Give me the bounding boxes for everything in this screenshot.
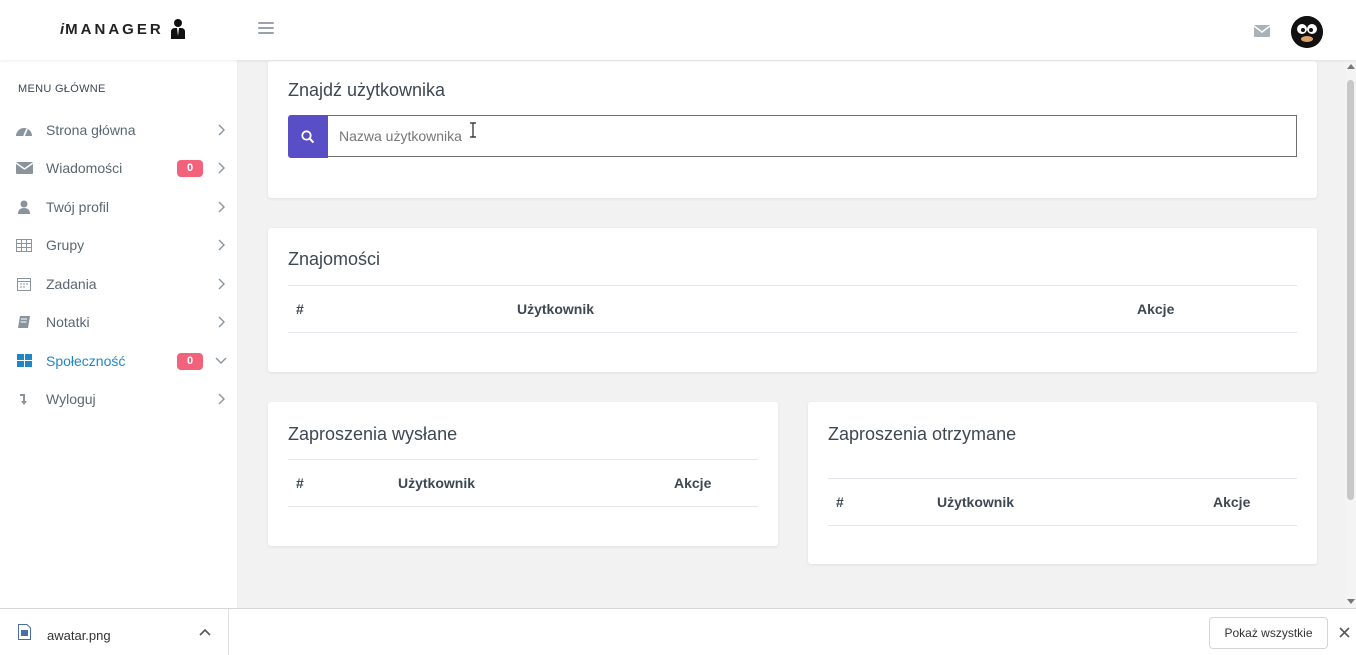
received-invitations-table-header: # Użytkownik Akcje [828,478,1297,526]
sidebar-item-label: Społeczność [46,353,126,369]
text-cursor-icon [470,122,476,138]
column-header-user: Użytkownik [517,301,595,317]
column-header-number: # [296,301,304,317]
sidebar-item-label: Strona główna [46,122,136,138]
received-invitations-title: Zaproszenia otrzymane [828,424,1017,444]
column-header-actions: Akcje [1213,494,1251,510]
sidebar-item-logout[interactable]: Wyloguj [0,381,238,417]
sidebar-item-label: Twój profil [46,199,110,215]
sidebar-item-label: Grupy [46,237,85,253]
chevron-right-icon [218,278,225,290]
friends-table-header: # Użytkownik Akcje [288,285,1297,333]
friends-title: Znajomości [288,249,381,269]
chevron-right-icon [218,201,225,213]
sidebar-item-community[interactable]: Społeczność 0 [0,343,238,379]
column-header-user: Użytkownik [937,494,1015,510]
user-search-group [288,115,1297,158]
sidebar-item-groups[interactable]: Grupy [0,227,238,263]
scroll-up-arrow-icon[interactable] [1347,64,1355,69]
grid-icon [15,353,33,369]
close-icon[interactable] [1339,627,1350,638]
table-icon [15,237,33,253]
sidebar: MENU GŁÓWNE Strona główna Wiadomości 0 T… [0,60,238,608]
sent-invitations-title: Zaproszenia wysłane [288,424,458,444]
sidebar-item-label: Wiadomości [46,160,123,176]
sent-invitations-card: Zaproszenia wysłane # Użytkownik Akcje [268,402,778,546]
page-scrollbar[interactable] [1345,60,1356,608]
column-header-number: # [836,494,844,510]
chevron-right-icon [218,316,225,328]
user-icon [15,199,33,215]
chevron-down-icon [215,357,227,364]
manager-person-icon [170,19,185,39]
messages-count-badge: 0 [177,159,203,177]
dashboard-icon [15,122,33,138]
user-avatar[interactable] [1291,16,1323,48]
book-icon [15,314,33,330]
community-count-badge: 0 [177,352,203,370]
scroll-down-arrow-icon[interactable] [1347,599,1355,604]
menu-title: MENU GŁÓWNE [18,83,106,95]
column-header-actions: Akcje [1137,301,1175,317]
column-header-user: Użytkownik [398,475,476,491]
sidebar-item-home[interactable]: Strona główna [0,112,238,148]
column-header-actions: Akcje [674,475,712,491]
find-user-title: Znajdź użytkownika [288,80,446,100]
received-invitations-card: Zaproszenia otrzymane # Użytkownik Akcje [808,402,1317,564]
envelope-icon [15,160,33,176]
envelope-icon[interactable] [1253,24,1271,42]
friends-card: Znajomości # Użytkownik Akcje [268,228,1317,372]
chevron-right-icon [218,239,225,251]
logout-arrow-icon [15,391,33,407]
sidebar-item-label: Zadania [46,276,97,292]
chevron-right-icon [218,124,225,136]
scrollbar-thumb[interactable] [1347,80,1354,500]
calendar-icon [15,276,33,292]
image-file-icon [18,624,31,640]
sidebar-item-profile[interactable]: Twój profil [0,189,238,225]
sidebar-item-label: Wyloguj [46,391,96,407]
brand-text: iMANAGER [60,20,164,38]
chevron-up-icon[interactable] [199,628,211,636]
search-icon [301,129,315,143]
downloaded-file-item[interactable]: awatar.png [0,609,229,655]
brand-logo[interactable]: iMANAGER [60,18,186,40]
hamburger-menu-icon[interactable] [258,22,274,36]
search-button[interactable] [288,115,328,158]
sidebar-item-notes[interactable]: Notatki [0,304,238,340]
downloaded-file-name: awatar.png [47,628,111,643]
download-bar: awatar.png Pokaż wszystkie [0,608,1356,655]
find-user-card: Znajdź użytkownika [268,61,1317,198]
sidebar-item-label: Notatki [46,314,90,330]
sidebar-item-messages[interactable]: Wiadomości 0 [0,150,238,186]
top-navbar: iMANAGER [0,0,1356,60]
show-all-downloads-button[interactable]: Pokaż wszystkie [1209,617,1328,649]
column-header-number: # [296,475,304,491]
chevron-right-icon [218,393,225,405]
sent-invitations-table-header: # Użytkownik Akcje [288,459,758,507]
sidebar-item-tasks[interactable]: Zadania [0,266,238,302]
chevron-right-icon [218,162,225,174]
